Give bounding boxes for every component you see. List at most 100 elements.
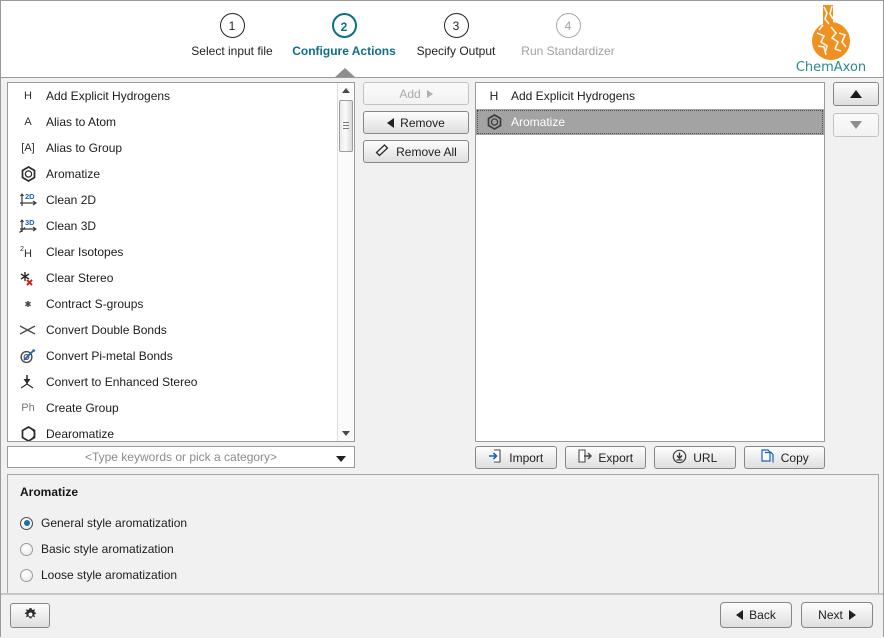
move-up-button[interactable] (833, 82, 879, 106)
arrow-down-icon (850, 121, 862, 129)
list-item[interactable]: Aromatize (476, 109, 824, 135)
clear-stereo-star-icon (17, 269, 39, 287)
list-item-label: Add Explicit Hydrogens (46, 89, 170, 103)
footer-divider (1, 594, 883, 595)
aromatize-hexagon-icon (17, 165, 39, 183)
available-actions-panel: H Add Explicit Hydrogens A Alias to Atom… (7, 82, 355, 442)
step-number-4: 4 (556, 13, 581, 38)
list-item[interactable]: Convert Double Bonds (8, 317, 337, 343)
arrow-right-icon (849, 610, 856, 620)
list-item[interactable]: Aromatize (8, 161, 337, 187)
wizard-footer: Back Next (1, 593, 883, 638)
step-label-2: Configure Actions (288, 44, 400, 58)
next-button-label: Next (818, 608, 843, 622)
config-io-buttons: Import Export (475, 446, 825, 469)
options-panel-title: Aromatize (20, 485, 878, 499)
list-item[interactable]: H Add Explicit Hydrogens (8, 83, 337, 109)
remove-all-button[interactable]: Remove All (363, 140, 469, 163)
radio-label: Loose style aromatization (41, 568, 177, 582)
hydrogen-H-icon: H (17, 87, 39, 105)
list-item[interactable]: Ph Create Group (8, 395, 337, 421)
wizard-step-configure-actions[interactable]: 2 Configure Actions (288, 13, 400, 58)
list-item-label: Clear Stereo (46, 271, 113, 285)
wizard-step-specify-output[interactable]: 3 Specify Output (400, 13, 512, 58)
add-button-label: Add (399, 87, 420, 101)
url-button[interactable]: URL (654, 446, 736, 469)
create-group-ph-icon: Ph (17, 399, 39, 417)
list-item[interactable]: A Alias to Atom (8, 109, 337, 135)
action-filter-combobox[interactable]: <Type keywords or pick a category> (7, 446, 355, 468)
wizard-step-run-standardizer: 4 Run Standardizer (512, 13, 624, 58)
list-item-label: Aromatize (511, 115, 565, 129)
list-item-label: Contract S-groups (46, 297, 143, 311)
list-item[interactable]: Convert to Enhanced Stereo (8, 369, 337, 395)
export-button[interactable]: Export (565, 446, 647, 469)
arrow-up-icon (850, 90, 862, 98)
list-item[interactable]: [A] Alias to Group (8, 135, 337, 161)
radio-option-basic-style[interactable]: Basic style aromatization (20, 536, 878, 562)
available-actions-list[interactable]: H Add Explicit Hydrogens A Alias to Atom… (8, 83, 337, 441)
scrollbar-thumb[interactable] (339, 100, 353, 152)
url-button-label: URL (693, 451, 717, 465)
add-button: Add (363, 82, 469, 105)
list-item[interactable]: Dearomatize (8, 421, 337, 441)
list-item[interactable]: Contract S-groups (8, 291, 337, 317)
step-label-3: Specify Output (400, 44, 512, 58)
import-button[interactable]: Import (475, 446, 557, 469)
radio-option-general-style[interactable]: General style aromatization (20, 510, 878, 536)
move-down-button (833, 113, 879, 137)
step-label-4: Run Standardizer (512, 44, 624, 58)
step-number-3: 3 (444, 13, 469, 38)
radio-button-icon[interactable] (20, 517, 33, 530)
remove-button[interactable]: Remove (363, 111, 469, 134)
convert-pi-metal-icon (17, 347, 39, 365)
standardizer-wizard-window: 1 Select input file 2 Configure Actions … (0, 0, 884, 637)
eraser-icon (375, 144, 390, 160)
list-item[interactable]: 2D Clean 2D (8, 187, 337, 213)
list-item[interactable]: 2 H Clear Isotopes (8, 239, 337, 265)
list-item-label: Dearomatize (46, 427, 114, 441)
copy-button[interactable]: Copy (744, 446, 826, 469)
back-button[interactable]: Back (720, 602, 792, 628)
arrow-left-icon (736, 610, 743, 620)
copy-pages-icon (760, 449, 775, 466)
step-label-1: Select input file (176, 44, 288, 58)
list-item[interactable]: Convert Pi-metal Bonds (8, 343, 337, 369)
list-item[interactable]: Clear Stereo (8, 265, 337, 291)
radio-button-icon[interactable] (20, 543, 33, 556)
alias-group-bracket-icon: [A] (17, 139, 39, 157)
selected-actions-panel[interactable]: H Add Explicit Hydrogens Aromatize (475, 82, 825, 442)
scroll-up-arrow-icon[interactable] (338, 83, 354, 98)
chemaxon-logo: ChemAxon (787, 3, 875, 75)
svg-text:2D: 2D (25, 192, 35, 201)
import-arrow-icon (488, 449, 503, 466)
list-item-label: Alias to Group (46, 141, 122, 155)
list-item-label: Aromatize (46, 167, 100, 181)
wizard-step-bar: 1 Select input file 2 Configure Actions … (176, 13, 624, 58)
list-item-label: Clear Isotopes (46, 245, 123, 259)
next-button[interactable]: Next (801, 602, 873, 628)
list-item[interactable]: 3D Clean 3D (8, 213, 337, 239)
radio-button-icon[interactable] (20, 569, 33, 582)
arrow-right-icon (427, 90, 433, 98)
chevron-down-icon[interactable] (336, 456, 346, 462)
list-item-label: Alias to Atom (46, 115, 116, 129)
wizard-body: H Add Explicit Hydrogens A Alias to Atom… (1, 78, 883, 638)
step-number-1: 1 (220, 13, 245, 38)
dearomatize-hexagon-icon (17, 425, 39, 441)
list-item[interactable]: H Add Explicit Hydrogens (476, 83, 824, 109)
order-button-column (833, 82, 879, 144)
scroll-down-arrow-icon[interactable] (338, 426, 354, 441)
list-item-label: Convert Pi-metal Bonds (46, 349, 173, 363)
radio-option-loose-style[interactable]: Loose style aromatization (20, 562, 878, 588)
available-actions-scrollbar[interactable] (337, 83, 354, 441)
aromatize-hexagon-icon (484, 114, 504, 130)
back-button-label: Back (749, 608, 776, 622)
wizard-step-select-input-file[interactable]: 1 Select input file (176, 13, 288, 58)
list-item-label: Create Group (46, 401, 119, 415)
remove-all-button-label: Remove All (396, 145, 457, 159)
settings-button[interactable] (10, 603, 50, 628)
alias-atom-A-icon: A (17, 113, 39, 131)
convert-double-bonds-icon (17, 321, 39, 339)
export-button-label: Export (598, 451, 633, 465)
